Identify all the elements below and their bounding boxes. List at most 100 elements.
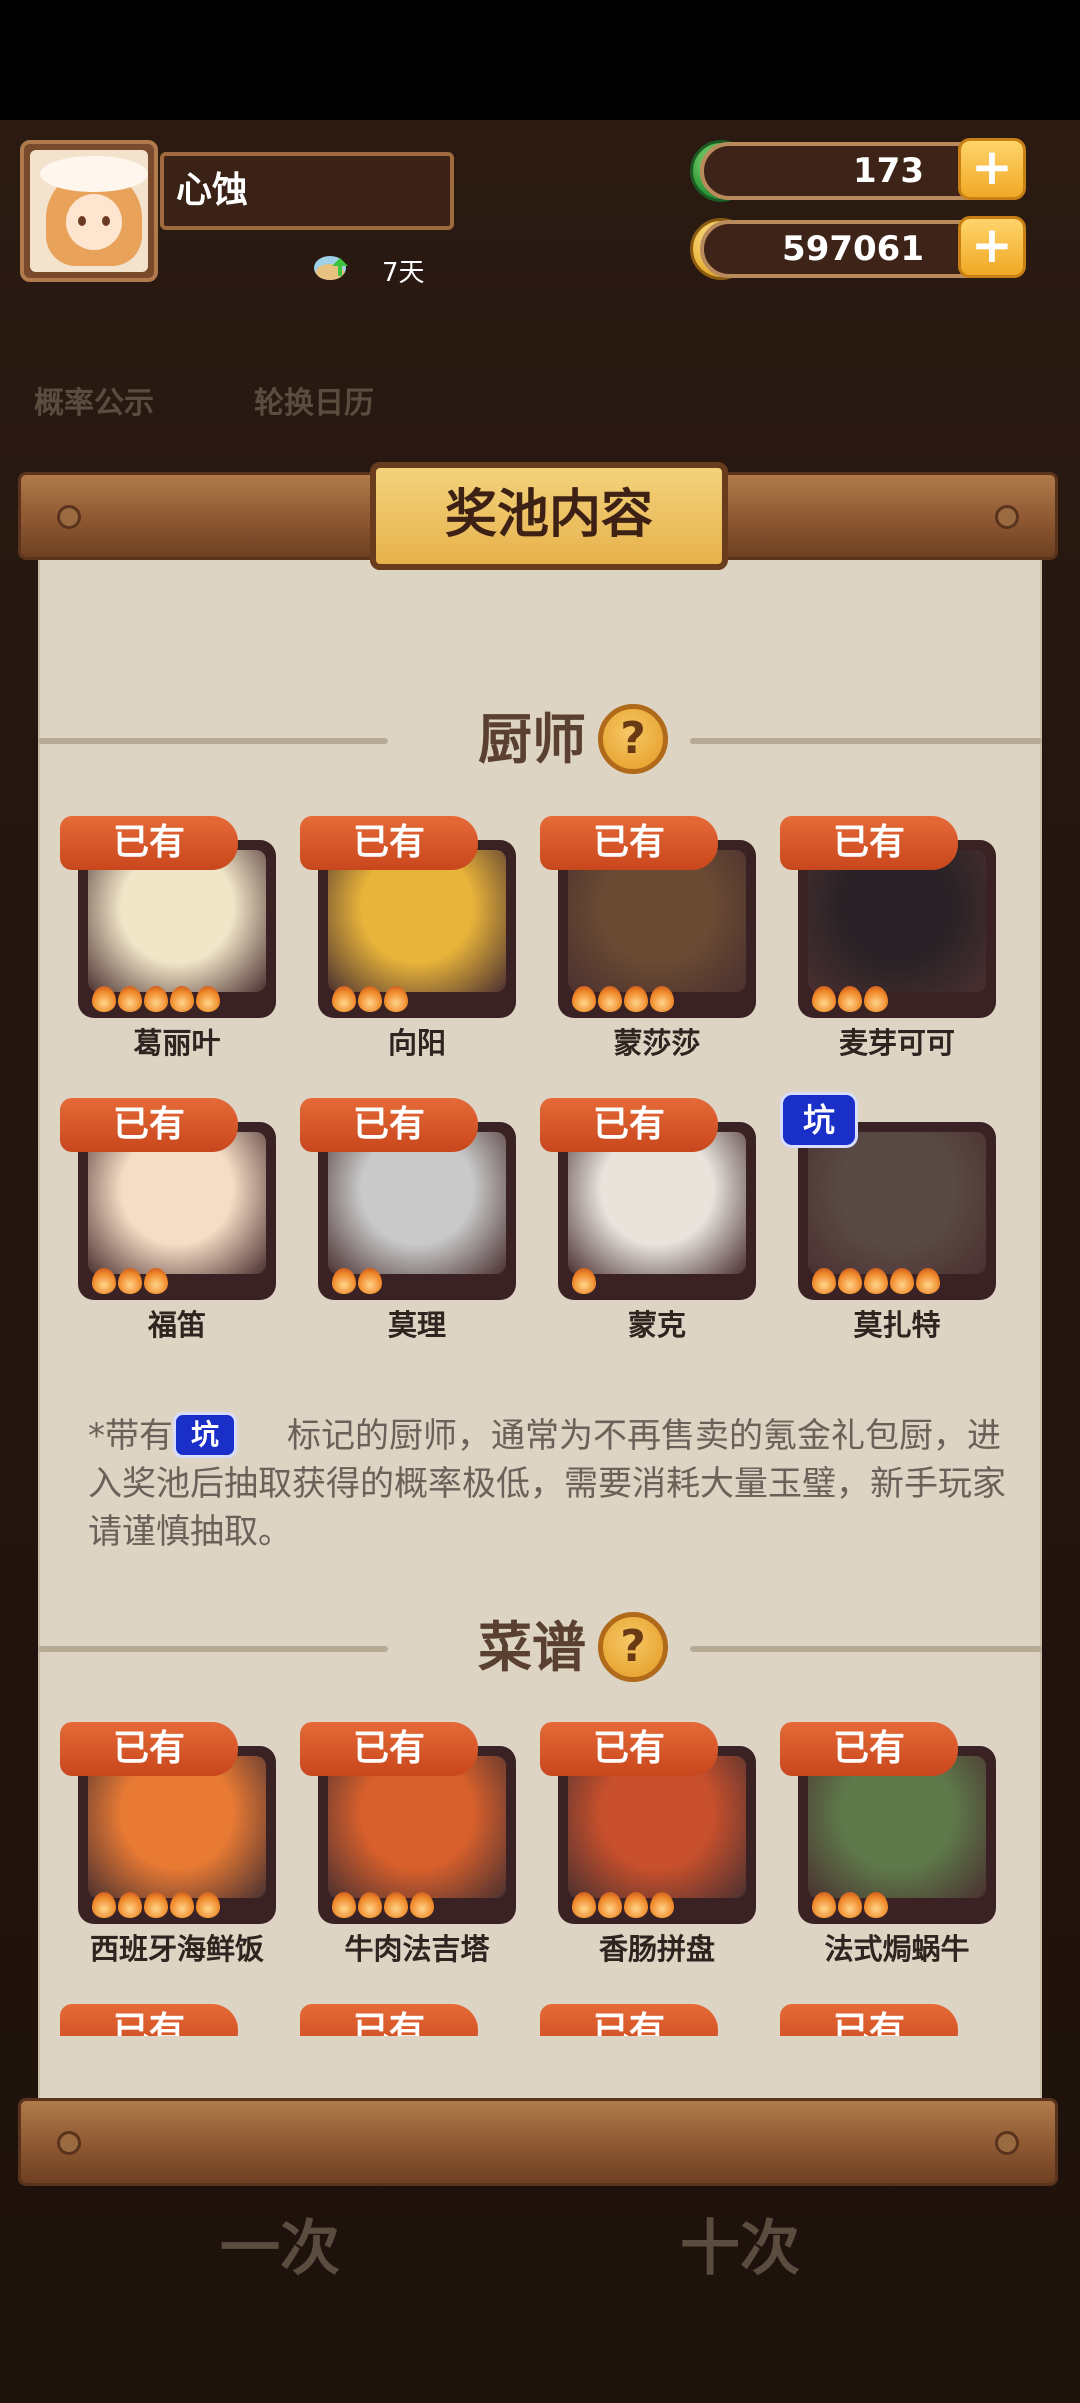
flame-icon [812,1268,836,1294]
chef-name: 麦芽可可 [838,1026,955,1060]
flame-icon [624,986,648,1012]
draw-ten-button: 十次 [680,2214,800,2284]
owned-badge: 已有 [540,1722,718,1776]
rarity-flames [812,1268,940,1294]
flame-icon [118,986,142,1012]
owned-badge: 已有 [780,816,958,870]
partial-recipe-row: 已有 已有 已有 已有 [38,1994,1042,2036]
flame-icon [92,1892,116,1918]
recipe-card[interactable]: 已有香肠拼盘 [540,1722,756,1966]
flame-icon [812,986,836,1012]
flame-icon [864,1268,888,1294]
recipe-help-icon[interactable]: ? [598,1612,668,1682]
chef-section-title: 厨师 [478,708,586,771]
rarity-flames [332,986,408,1012]
recipe-name: 香肠拼盘 [598,1932,715,1966]
chef-name: 莫扎特 [853,1308,941,1342]
flame-icon [358,1892,382,1918]
flame-icon [598,1892,622,1918]
owned-badge: 已有 [300,816,478,870]
flame-icon [144,1892,168,1918]
chef-portrait [808,850,986,992]
chef-name: 莫理 [387,1308,446,1342]
recipe-portrait [328,1756,506,1898]
rarity-flames [332,1268,382,1294]
flame-icon [410,1892,434,1918]
owned-badge: 已有 [300,2004,478,2036]
owned-badge: 已有 [300,1722,478,1776]
recipe-portrait [808,1756,986,1898]
chef-portrait [808,1132,986,1274]
recipe-card[interactable]: 已有 法式焗蜗牛 [780,1722,996,1966]
flame-icon [916,1268,940,1294]
flame-icon [384,986,408,1012]
owned-badge: 已有 [780,1722,958,1776]
chef-card[interactable]: 已有麦芽可可 [780,816,996,1060]
chef-card[interactable]: 已有福笛 [60,1098,276,1342]
add-coins-button[interactable]: + [958,216,1026,278]
flame-icon [572,986,596,1012]
chef-name: 福笛 [147,1308,206,1342]
chef-card[interactable]: 已有 莫理 [300,1098,516,1342]
pit-badge-inline: 坑 [173,1412,237,1458]
rarity-flames [812,1892,888,1918]
chef-name: 向阳 [387,1026,446,1060]
recipe-portrait [568,1756,746,1898]
recipe-name: 西班牙海鲜饭 [89,1932,264,1966]
flame-icon [572,1892,596,1918]
flame-icon [812,1892,836,1918]
flame-icon [358,986,382,1012]
chef-portrait [88,850,266,992]
owned-badge: 已有 [780,2004,958,2036]
flame-icon [358,1268,382,1294]
flame-icon [598,986,622,1012]
rarity-flames [572,1892,674,1918]
player-name: 心蚀 [160,152,454,230]
recipe-card[interactable]: 已有牛肉法吉塔 [300,1722,516,1966]
flame-icon [92,986,116,1012]
flame-icon [118,1892,142,1918]
flame-icon [838,1268,862,1294]
flame-icon [838,986,862,1012]
flame-icon [650,1892,674,1918]
rarity-flames [572,1268,596,1294]
pit-note: *带有坑标记的厨师，通常为不再售卖的氪金礼包厨，进入奖池后抽取获得的概率极低，需… [88,1412,1008,1556]
flame-icon [144,986,168,1012]
flame-icon [890,1268,914,1294]
flame-icon [838,1892,862,1918]
recipe-section-header: 菜谱 ? [38,1608,1042,1688]
owned-badge: 已有 [60,1098,238,1152]
calendar-button: 轮换日历 [254,386,374,421]
flame-icon [864,986,888,1012]
flame-icon [196,1892,220,1918]
player-avatar[interactable] [20,140,158,282]
owned-badge: 已有 [60,1722,238,1776]
chef-card[interactable]: 坑莫扎特 [780,1092,996,1342]
chef-card[interactable]: 已有蒙克 [540,1098,756,1342]
flame-icon [196,986,220,1012]
flame-icon [170,1892,194,1918]
owned-badge: 已有 [540,2004,718,2036]
recipe-card[interactable]: 已有西班牙海鲜饭 [60,1722,276,1966]
owned-badge: 已有 [540,1098,718,1152]
chef-portrait-frame [798,1122,996,1300]
chef-help-icon[interactable]: ? [598,704,668,774]
chef-section-header: 厨师 ? [38,700,1042,780]
add-jade-button[interactable]: + [958,138,1026,200]
chef-card[interactable]: 已有 葛丽叶 [60,816,276,1060]
chef-portrait [88,1132,266,1274]
rarity-flames [92,1268,168,1294]
flame-icon [624,1892,648,1918]
chef-card[interactable]: 已有向阳 [300,816,516,1060]
flame-icon [144,1268,168,1294]
chef-card[interactable]: 已有 蒙莎莎 [540,816,756,1060]
avatar-portrait [30,150,148,272]
flame-icon [118,1268,142,1294]
recipe-name: 牛肉法吉塔 [344,1932,490,1966]
chef-name: 蒙克 [627,1308,686,1342]
rarity-flames [92,986,220,1012]
chef-portrait [568,850,746,992]
owned-badge: 已有 [60,2004,238,2036]
flame-icon [864,1892,888,1918]
panel-title: 奖池内容 [370,462,728,570]
